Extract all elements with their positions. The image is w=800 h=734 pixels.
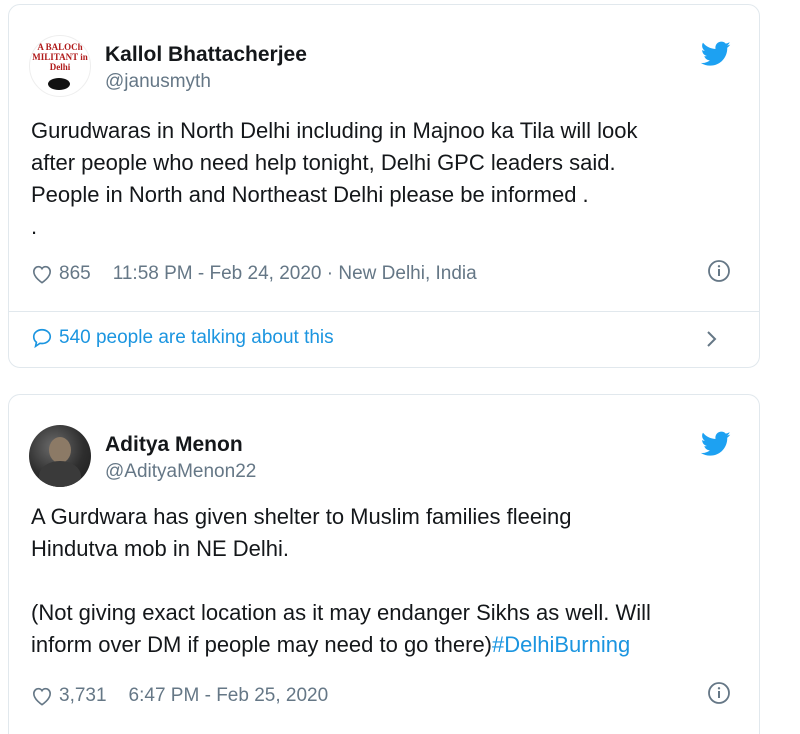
author-name[interactable]: Kallol Bhattacherjee [105,43,307,67]
timestamp[interactable]: 11:58 PM - Feb 24, 2020 · New Delhi, Ind… [113,263,477,285]
heart-icon[interactable] [31,686,53,706]
timestamp[interactable]: 6:47 PM - Feb 25, 2020 [129,685,329,707]
tweet-meta: 865 11:58 PM - Feb 24, 2020 · New Delhi,… [31,260,737,285]
avatar[interactable] [29,425,91,487]
talking-label[interactable]: 540 people are talking about this [59,327,334,349]
avatar-body [39,461,81,487]
tweet-text: Gurudwaras in North Delhi including in M… [31,118,638,239]
tweet-card-1[interactable]: A BALOCh MILITANT in Delhi Kallol Bhatta… [8,4,760,368]
author-name[interactable]: Aditya Menon [105,433,243,457]
twitter-bird-icon[interactable] [701,431,731,457]
like-count[interactable]: 865 [59,263,91,285]
author-handle[interactable]: @AdityaMenon22 [105,461,256,483]
chevron-right-icon[interactable] [705,329,719,349]
talking-link[interactable]: 540 people are talking about this [31,327,737,349]
tweet-text: A Gurdwara has given shelter to Muslim f… [31,501,737,661]
author-handle[interactable]: @janusmyth [105,71,211,93]
tweet-meta: 3,731 6:47 PM - Feb 25, 2020 [31,682,737,707]
twitter-bird-icon[interactable] [701,41,731,67]
heart-icon[interactable] [31,264,53,284]
avatar-graphic [48,78,70,90]
avatar[interactable]: A BALOCh MILITANT in Delhi [29,35,91,97]
divider [9,311,759,312]
tweet-card-2[interactable]: Aditya Menon @AdityaMenon22 A Gurdwara h… [8,394,760,734]
comment-bubble-icon [32,328,52,349]
info-icon[interactable] [707,681,731,705]
like-count[interactable]: 3,731 [59,685,107,707]
hashtag-link[interactable]: #DelhiBurning [492,632,630,657]
avatar-text: A BALOCh MILITANT in Delhi [32,42,88,72]
avatar-face [49,437,71,463]
info-icon[interactable] [707,259,731,283]
